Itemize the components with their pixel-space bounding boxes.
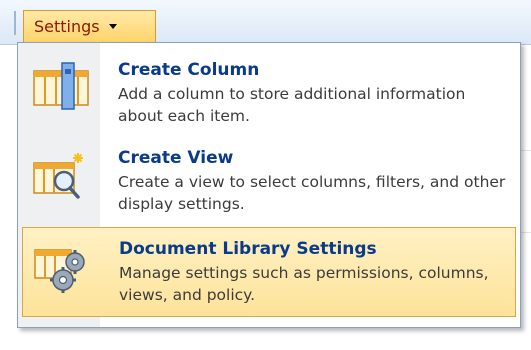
settings-dropdown-menu: Create Column Add a column to store addi… (17, 42, 521, 328)
chevron-down-icon (108, 24, 117, 29)
menu-item-title: Create Column (118, 60, 260, 80)
menu-item-document-library-settings[interactable]: Document Library Settings Manage setting… (22, 227, 516, 317)
menu-item-text: Create View Create a view to select colu… (118, 147, 510, 215)
toolbar: Settings (0, 0, 531, 45)
menu-item-title: Document Library Settings (119, 239, 377, 259)
settings-label: Settings (34, 17, 100, 36)
menu-item-description: Create a view to select columns, filters… (118, 173, 506, 213)
menu-item-title: Create View (118, 148, 234, 168)
menu-item-description: Add a column to store additional informa… (118, 85, 466, 125)
menu-item-create-column[interactable]: Create Column Add a column to store addi… (22, 51, 516, 133)
library-settings-icon (33, 240, 91, 293)
menu-item-text: Create Column Add a column to store addi… (118, 59, 510, 127)
settings-menu-button[interactable]: Settings (23, 10, 156, 42)
background-divider (520, 232, 531, 233)
menu-item-description: Manage settings such as permissions, col… (119, 264, 489, 304)
toolbar-grip (14, 11, 16, 35)
background-divider (520, 150, 531, 151)
create-view-icon (32, 149, 90, 201)
menu-item-text: Document Library Settings Manage setting… (119, 238, 511, 306)
create-column-icon (32, 61, 90, 113)
menu-item-create-view[interactable]: Create View Create a view to select colu… (22, 139, 516, 221)
